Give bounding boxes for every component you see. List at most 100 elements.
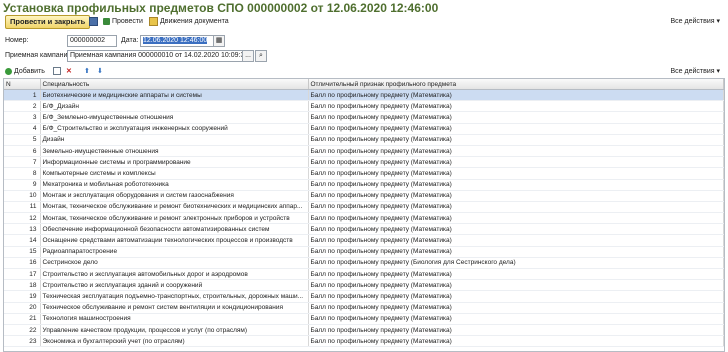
row-feature[interactable]: Балл по профильному предмету (Биология д… xyxy=(308,257,724,270)
copy-button[interactable] xyxy=(53,66,63,77)
row-feature[interactable]: Балл по профильному предмету (Математика… xyxy=(308,100,724,113)
move-down-icon[interactable]: ⬇ xyxy=(97,66,103,77)
row-specialty[interactable]: Управление качеством продукции, процессо… xyxy=(40,324,309,337)
calendar-icon[interactable]: ▦ xyxy=(213,35,225,47)
row-specialty[interactable]: Экономика и бухгалтерский учет (по отрас… xyxy=(40,335,309,348)
row-feature[interactable]: Балл по профильному предмету (Математика… xyxy=(308,313,724,325)
row-feature[interactable]: Балл по профильному предмету (Математика… xyxy=(308,179,724,191)
row-number[interactable]: 21 xyxy=(4,313,41,325)
row-feature[interactable]: Балл по профильному предмету (Математика… xyxy=(308,201,724,214)
row-feature[interactable]: Балл по профильному предмету (Математика… xyxy=(308,167,724,180)
row-number[interactable]: 23 xyxy=(4,335,41,348)
row-specialty[interactable]: Монтаж и эксплуатация оборудования и сис… xyxy=(40,190,309,202)
row-specialty[interactable]: Обеспечение информационной безопасности … xyxy=(40,223,309,236)
column-header-feature[interactable]: Отличительный признак профильного предме… xyxy=(308,79,724,90)
row-feature[interactable]: Балл по профильному предмету (Математика… xyxy=(308,111,724,124)
table-row[interactable]: 6 Земельно-имущественные отношения Балл по… xyxy=(4,145,724,158)
campaign-select-button[interactable]: ... xyxy=(242,50,254,62)
table-row[interactable]: 11 Монтаж, техническое обслуживание и рем… xyxy=(4,201,724,214)
table-row[interactable]: 13 Обеспечение информационной безопасност… xyxy=(4,223,724,236)
row-specialty[interactable]: Техническое обслуживание и ремонт систем… xyxy=(40,302,309,314)
row-specialty[interactable]: Технология машиностроения xyxy=(40,313,309,325)
row-number[interactable]: 22 xyxy=(4,324,41,337)
row-number[interactable]: 10 xyxy=(4,190,41,202)
row-number[interactable]: 12 xyxy=(4,212,41,225)
add-button[interactable]: Добавить xyxy=(5,66,45,77)
delete-icon[interactable]: ✕ xyxy=(66,66,72,77)
row-feature[interactable]: Балл по профильному предмету (Математика… xyxy=(308,268,724,281)
table-row[interactable]: 5 Дизайн Балл по профильному предмету (Мат… xyxy=(4,134,724,146)
row-feature[interactable]: Балл по профильному предмету (Математика… xyxy=(308,223,724,236)
number-field[interactable]: 000000002 xyxy=(67,35,117,47)
date-field[interactable]: 12.06.2020 12:46:00 xyxy=(140,35,214,47)
row-feature[interactable]: Балл по профильному предмету (Математика… xyxy=(308,279,724,292)
row-specialty[interactable]: Мехатроника и мобильная робототехника xyxy=(40,179,309,191)
row-number[interactable]: 17 xyxy=(4,268,41,281)
table-row[interactable]: 21 Технология машиностроения Балл по профи… xyxy=(4,313,724,325)
row-specialty[interactable]: Оснащение средствами автоматизации техно… xyxy=(40,234,309,247)
row-specialty[interactable]: Б/Ф_Дизайн xyxy=(40,100,309,113)
row-feature[interactable]: Балл по профильному предмету (Математика… xyxy=(308,246,724,258)
row-specialty[interactable]: Строительство и эксплуатация автомобильн… xyxy=(40,268,309,281)
row-number[interactable]: 7 xyxy=(4,156,41,169)
row-number[interactable]: 15 xyxy=(4,246,41,258)
row-feature[interactable]: Балл по профильному предмету (Математика… xyxy=(308,290,724,303)
row-feature[interactable]: Балл по профильному предмету (Математика… xyxy=(308,145,724,158)
row-number[interactable]: 13 xyxy=(4,223,41,236)
table-row[interactable]: 17 Строительство и эксплуатация автомобил… xyxy=(4,268,724,281)
table-row[interactable]: 12 Монтаж, техническое обслуживание и рем… xyxy=(4,212,724,225)
row-specialty[interactable]: Дизайн xyxy=(40,134,309,146)
post-and-close-button[interactable]: Провести и закрыть xyxy=(5,15,91,29)
row-feature[interactable]: Балл по профильному предмету (Математика… xyxy=(308,212,724,225)
table-row[interactable]: 7 Информационные системы и программирован… xyxy=(4,156,724,169)
save-button[interactable] xyxy=(89,16,100,27)
table-all-actions-menu[interactable]: Все действия ▾ xyxy=(671,66,721,77)
table-row[interactable]: 15 Радиоаппаратостроение Балл по профильно… xyxy=(4,246,724,258)
row-number[interactable]: 9 xyxy=(4,179,41,191)
row-number[interactable]: 11 xyxy=(4,201,41,214)
row-feature[interactable]: Балл по профильному предмету (Математика… xyxy=(308,302,724,314)
table-row[interactable]: 14 Оснащение средствами автоматизации тех… xyxy=(4,234,724,247)
all-actions-menu[interactable]: Все действия ▾ xyxy=(671,16,721,27)
row-number[interactable]: 1 xyxy=(4,89,41,102)
row-number[interactable]: 5 xyxy=(4,134,41,146)
row-number[interactable]: 19 xyxy=(4,290,41,303)
table-row[interactable]: 23 Экономика и бухгалтерский учет (по отр… xyxy=(4,335,724,348)
move-up-icon[interactable]: ⬆ xyxy=(84,66,90,77)
table-row[interactable]: 19 Техническая эксплуатация подъемно-тран… xyxy=(4,290,724,303)
post-button[interactable]: Провести xyxy=(103,16,143,27)
row-specialty[interactable]: Б/Ф_Строительство и эксплуатация инженер… xyxy=(40,123,309,135)
row-number[interactable]: 6 xyxy=(4,145,41,158)
row-feature[interactable]: Балл по профильному предмету (Математика… xyxy=(308,190,724,202)
row-feature[interactable]: Балл по профильному предмету (Математика… xyxy=(308,156,724,169)
row-specialty[interactable]: Радиоаппаратостроение xyxy=(40,246,309,258)
table-row[interactable]: 20 Техническое обслуживание и ремонт сист… xyxy=(4,302,724,314)
table-row[interactable]: 8 Компьютерные системы и комплексы Балл по… xyxy=(4,167,724,180)
row-specialty[interactable]: Строительство и эксплуатация зданий и со… xyxy=(40,279,309,292)
row-specialty[interactable]: Компьютерные системы и комплексы xyxy=(40,167,309,180)
row-feature[interactable]: Балл по профильному предмету (Математика… xyxy=(308,123,724,135)
campaign-field[interactable]: Приемная кампания 000000010 от 14.02.202… xyxy=(67,50,243,62)
row-specialty[interactable]: Монтаж, техническое обслуживание и ремон… xyxy=(40,212,309,225)
table-row[interactable]: 3 Б/Ф_Землеьно-имущественные отношения Бал… xyxy=(4,111,724,124)
table-row[interactable]: 16 Сестринское дело Балл по профильному пр… xyxy=(4,257,724,270)
column-header-specialty[interactable]: Специальность xyxy=(40,79,309,90)
row-specialty[interactable]: Информационные системы и программировани… xyxy=(40,156,309,169)
row-feature[interactable]: Балл по профильному предмету (Математика… xyxy=(308,324,724,337)
row-number[interactable]: 2 xyxy=(4,100,41,113)
row-specialty[interactable]: Сестринское дело xyxy=(40,257,309,270)
row-number[interactable]: 16 xyxy=(4,257,41,270)
row-number[interactable]: 4 xyxy=(4,123,41,135)
table-row[interactable]: 10 Монтаж и эксплуатация оборудования и с… xyxy=(4,190,724,202)
document-moves-button[interactable]: Движения документа xyxy=(149,16,229,27)
table-row[interactable]: 2 Б/Ф_Дизайн Балл по профильному предмету … xyxy=(4,100,724,113)
row-feature[interactable]: Балл по профильному предмету (Математика… xyxy=(308,234,724,247)
column-header-n[interactable]: N xyxy=(4,79,41,90)
row-specialty[interactable]: Монтаж, техническое обслуживание и ремон… xyxy=(40,201,309,214)
row-feature[interactable]: Балл по профильному предмету (Математика… xyxy=(308,134,724,146)
row-number[interactable]: 8 xyxy=(4,167,41,180)
row-specialty[interactable]: Биотехнические и медицинские аппараты и … xyxy=(40,89,309,102)
row-number[interactable]: 14 xyxy=(4,234,41,247)
table-row[interactable]: 9 Мехатроника и мобильная робототехника Ба… xyxy=(4,179,724,191)
table-row[interactable]: 1 Биотехнические и медицинские аппараты и… xyxy=(4,89,724,102)
